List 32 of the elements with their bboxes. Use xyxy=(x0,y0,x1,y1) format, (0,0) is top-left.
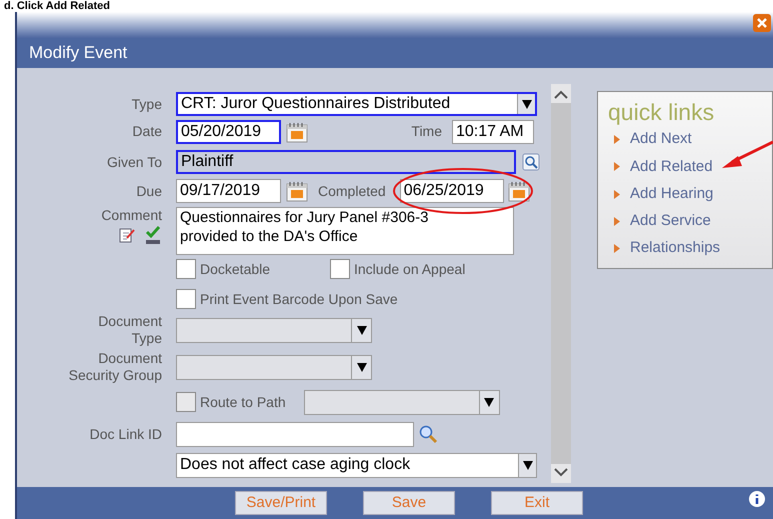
quick-link[interactable]: Add Hearing xyxy=(630,182,714,206)
type-dropdown[interactable]: CRT: Juror Questionnaires Distributed xyxy=(176,92,537,116)
time-field[interactable]: 10:17 AM xyxy=(452,120,534,144)
field-label: Security Group xyxy=(68,367,162,384)
window-title: Modify Event xyxy=(29,42,128,64)
checkbox-label: Docketable xyxy=(200,260,270,278)
field-label: Time xyxy=(411,122,442,141)
field-label: Due xyxy=(135,182,162,200)
field-label: Date xyxy=(131,123,162,140)
field-label: Type xyxy=(130,330,162,347)
step-heading: d. Click Add Related xyxy=(3,0,111,12)
field-label: Document xyxy=(97,350,162,367)
checkbox-label: Route to Path xyxy=(200,392,286,412)
checkbox-label: Print Event Barcode Upon Save xyxy=(200,290,398,309)
quick-link[interactable]: Relationships xyxy=(630,237,720,260)
field-label: Type xyxy=(130,96,162,112)
checkbox-label: Include on Appeal xyxy=(354,260,466,279)
given-to-field[interactable]: Plaintiff xyxy=(176,150,516,174)
date-field[interactable]: 05/20/2019 xyxy=(176,120,281,144)
due-date-field[interactable]: 09/17/2019 xyxy=(176,179,281,203)
field-label: Document xyxy=(97,313,162,330)
completed-date-field[interactable]: 06/25/2019 xyxy=(400,179,504,203)
quick-link[interactable]: Add Service xyxy=(630,210,711,232)
quick-link[interactable]: Add Next xyxy=(630,128,692,151)
field-label: Completed xyxy=(318,182,386,201)
aging-dropdown[interactable]: Does not affect case aging clock xyxy=(176,452,537,478)
quick-links-title: quick links xyxy=(608,98,716,126)
comment-field[interactable]: Questionnaires for Jury Panel #306-3 provided to the DA's Office xyxy=(176,207,514,255)
field-label: Comment xyxy=(100,207,162,224)
field-label: Given To xyxy=(106,154,162,170)
field-label: Doc Link ID xyxy=(88,426,162,442)
quick-link[interactable]: Add Related xyxy=(630,156,713,178)
